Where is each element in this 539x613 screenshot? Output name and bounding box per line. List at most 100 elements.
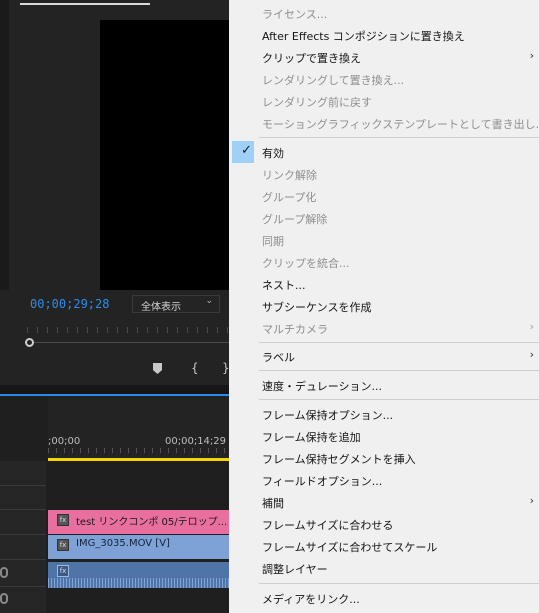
menu-item-label: サブシーケンスを作成	[262, 301, 372, 314]
menu-item-label: 速度・デュレーション...	[262, 380, 383, 393]
clip-audio[interactable]: fx	[48, 562, 229, 588]
menu-item-scale-to-frame-size[interactable]: フレームサイズに合わせてスケール	[229, 535, 539, 557]
menu-item-group: グループ化	[229, 185, 539, 207]
menu-item-frame-hold-options[interactable]: フレーム保持オプション...	[229, 403, 539, 425]
menu-item-set-to-frame-size[interactable]: フレームサイズに合わせる	[229, 513, 539, 535]
ruler-label-mid: 00;00;14;29	[165, 436, 227, 447]
clip-context-menu: ライセンス... After Effects コンポジションに置き換え クリップ…	[229, 0, 539, 613]
menu-separator	[259, 399, 539, 400]
clip-label: test リンクコンポ 05/テロップ...	[76, 517, 228, 528]
microphone-icon[interactable]	[0, 567, 8, 578]
clip-video[interactable]: fx IMG_3035.MOV [V]	[48, 535, 229, 559]
menu-item-label: ラベル	[262, 351, 295, 364]
scrub-ticks	[27, 327, 229, 333]
ruler-ticks	[48, 448, 229, 453]
zoom-level-dropdown[interactable]: 全体表示 ⌄	[132, 295, 220, 313]
menu-item-license: ライセンス...	[229, 2, 539, 24]
timeline-ruler[interactable]: ;00;00 00;00;14;29	[48, 396, 229, 458]
menu-item-replace-with-ae-comp[interactable]: After Effects コンポジションに置き換え	[229, 24, 539, 46]
menu-item-enable[interactable]: ✓ 有効	[229, 141, 539, 163]
panel-divider	[0, 385, 229, 394]
track-divider	[0, 509, 46, 510]
menu-item-label: 同期	[262, 235, 284, 248]
chevron-right-icon: ›	[529, 348, 534, 361]
program-monitor: 00;00;29;28 全体表示 ⌄ { }	[0, 0, 230, 385]
panel-edge	[0, 0, 9, 290]
chevron-right-icon: ›	[529, 320, 534, 333]
menu-item-speed-duration[interactable]: 速度・デュレーション...	[229, 374, 539, 396]
menu-item-ungroup: グループ解除	[229, 207, 539, 229]
zoom-level-value: 全体表示	[141, 302, 181, 313]
scrub-track	[27, 342, 229, 343]
track-headers	[0, 461, 46, 613]
playhead-handle[interactable]	[25, 338, 34, 347]
playhead-timecode[interactable]: 00;00;29;28	[30, 297, 109, 311]
menu-item-label: クリップで置き換え	[262, 52, 361, 65]
chevron-right-icon: ›	[529, 494, 534, 507]
microphone-icon[interactable]	[0, 593, 8, 604]
audio-waveform	[48, 578, 229, 588]
menu-separator	[259, 583, 539, 584]
chevron-down-icon: ⌄	[205, 296, 213, 306]
menu-item-label: リンク解除	[262, 169, 317, 182]
menu-item-field-options[interactable]: フィールドオプション...	[229, 469, 539, 491]
menu-item-label: フレームサイズに合わせてスケール	[262, 541, 438, 554]
fx-badge-icon: fx	[57, 539, 69, 551]
clip-graphic[interactable]: fx test リンクコンポ 05/テロップ...	[48, 510, 229, 534]
ruler-label-start: ;00;00	[48, 436, 81, 447]
track-divider	[0, 559, 46, 560]
menu-item-label: メディアをリンク...	[262, 593, 360, 606]
fx-badge-icon: fx	[57, 514, 69, 526]
work-area-bar[interactable]	[48, 458, 229, 461]
fx-badge-icon: fx	[57, 565, 69, 577]
track-divider	[0, 534, 46, 535]
menu-item-merge-clips: クリップを統合...	[229, 251, 539, 273]
menu-separator	[259, 370, 539, 371]
menu-item-interpolation[interactable]: 補間 ›	[229, 491, 539, 513]
menu-item-multi-camera: マルチカメラ ›	[229, 317, 539, 339]
menu-item-label: グループ化	[262, 191, 317, 204]
menu-item-restore-unrendered: レンダリング前に戻す	[229, 90, 539, 112]
menu-item-label: 調整レイヤー	[262, 563, 328, 576]
menu-item-export-mogrt: モーショングラフィックステンプレートとして書き出し...	[229, 112, 539, 134]
menu-item-link-media[interactable]: メディアをリンク...	[229, 587, 539, 609]
menu-item-unlink: リンク解除	[229, 163, 539, 185]
menu-item-adjustment-layer[interactable]: 調整レイヤー	[229, 557, 539, 579]
checked-indicator: ✓	[232, 141, 254, 163]
track-divider	[0, 586, 46, 587]
timeline-panel: ;00;00 00;00;14;29 fx test リンクコンポ 05/テロッ…	[0, 396, 229, 613]
monitor-tab-underline	[20, 3, 150, 5]
menu-item-nest[interactable]: ネスト...	[229, 273, 539, 295]
menu-item-label: マルチカメラ	[262, 323, 328, 336]
menu-item-label: フレーム保持オプション...	[262, 409, 394, 422]
menu-item-label: レンダリング前に戻す	[262, 96, 372, 109]
track-divider	[0, 485, 46, 486]
menu-item-add-frame-hold[interactable]: フレーム保持を追加	[229, 425, 539, 447]
add-marker-icon[interactable]	[153, 363, 162, 374]
mark-in-icon[interactable]: {	[191, 361, 199, 375]
checkmark-icon: ✓	[241, 143, 252, 158]
chevron-right-icon: ›	[529, 49, 534, 62]
menu-item-label: クリップを統合...	[262, 257, 350, 270]
menu-separator	[259, 342, 539, 343]
menu-item-replace-with-clip[interactable]: クリップで置き換え ›	[229, 46, 539, 68]
menu-item-label: ネスト...	[262, 279, 306, 292]
menu-item-label: フレーム保持を追加	[262, 431, 361, 444]
menu-item-label: フレーム保持セグメントを挿入	[262, 453, 416, 466]
menu-item-synchronize: 同期	[229, 229, 539, 251]
menu-item-insert-frame-hold-segment[interactable]: フレーム保持セグメントを挿入	[229, 447, 539, 469]
monitor-scrub-bar[interactable]	[25, 327, 229, 349]
menu-item-label: ライセンス...	[262, 8, 328, 21]
menu-separator	[259, 137, 539, 138]
menu-item-label: フィールドオプション...	[262, 475, 383, 488]
menu-item-label-color[interactable]: ラベル ›	[229, 345, 539, 367]
menu-item-label: 補間	[262, 497, 284, 510]
menu-item-label: After Effects コンポジションに置き換え	[262, 30, 465, 43]
menu-item-make-subsequence[interactable]: サブシーケンスを作成	[229, 295, 539, 317]
menu-item-label: レンダリングして置き換え...	[262, 74, 405, 87]
menu-item-label: フレームサイズに合わせる	[262, 519, 394, 532]
menu-item-label: グループ解除	[262, 213, 328, 226]
menu-item-render-and-replace: レンダリングして置き換え...	[229, 68, 539, 90]
video-preview	[100, 20, 229, 290]
menu-item-label: 有効	[262, 147, 284, 160]
